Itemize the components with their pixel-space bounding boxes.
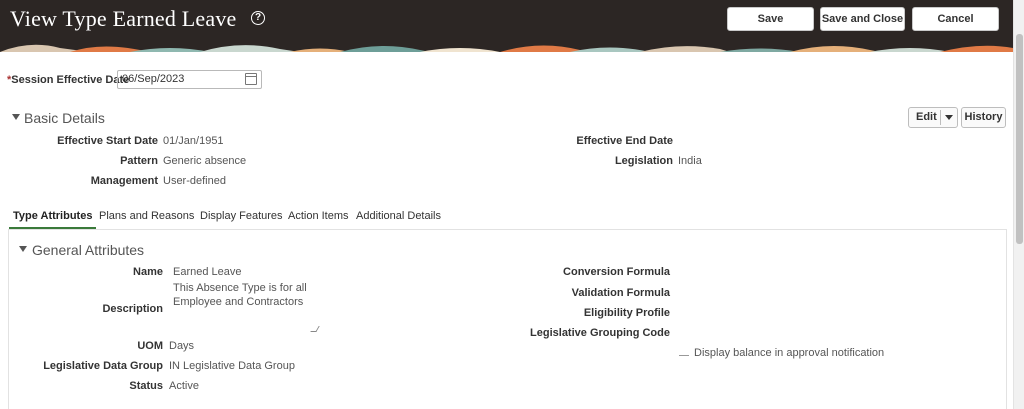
status-label: Status xyxy=(129,380,163,392)
cancel-button[interactable]: Cancel xyxy=(912,7,999,31)
pattern-label: Pattern xyxy=(120,155,158,167)
tab-action-items[interactable]: Action Items xyxy=(288,207,349,229)
effective-start-value: 01/Jan/1951 xyxy=(163,135,224,147)
description-value: This Absence Type is for all Employee an… xyxy=(173,282,307,308)
eligibility-profile-label: Eligibility Profile xyxy=(583,307,670,319)
effective-end-label: Effective End Date xyxy=(576,135,673,147)
edit-button[interactable]: Edit xyxy=(908,107,958,128)
session-date-label-text: Session Effective Date xyxy=(11,74,130,86)
calendar-icon[interactable] xyxy=(245,73,257,85)
general-attributes-header: General Attributes xyxy=(32,242,145,258)
legislation-value: India xyxy=(678,155,702,167)
display-balance-label: Display balance in approval notification xyxy=(694,347,885,359)
effective-start-label: Effective Start Date xyxy=(57,135,158,147)
conversion-formula-label: Conversion Formula xyxy=(563,266,670,278)
name-label: Name xyxy=(133,266,163,278)
header-decoration xyxy=(0,40,1013,52)
collapse-triangle-icon[interactable] xyxy=(12,114,20,120)
help-icon[interactable]: ? xyxy=(251,11,265,25)
scroll-thumb[interactable] xyxy=(1016,34,1023,244)
uom-label: UOM xyxy=(137,340,163,352)
tab-display-features[interactable]: Display Features xyxy=(200,207,283,229)
management-value: User-defined xyxy=(163,175,226,187)
legislative-data-group-label: Legislative Data Group xyxy=(43,360,163,372)
collapse-triangle-icon[interactable] xyxy=(19,246,27,252)
save-button[interactable]: Save xyxy=(727,7,814,31)
management-label: Management xyxy=(90,175,158,187)
pattern-value: Generic absence xyxy=(163,155,247,167)
validation-formula-label: Validation Formula xyxy=(571,287,670,299)
session-date-label: *Session Effective Date xyxy=(7,74,129,86)
description-label: Description xyxy=(102,303,163,315)
page-header: View Type Earned Leave ? Save Save and C… xyxy=(0,0,1013,52)
save-and-close-button[interactable]: Save and Close xyxy=(820,7,905,31)
uom-value: Days xyxy=(169,340,195,352)
legislative-grouping-code-label: Legislative Grouping Code xyxy=(530,327,670,339)
history-button[interactable]: History xyxy=(961,107,1006,128)
legislation-label: Legislation xyxy=(614,155,673,167)
chevron-down-icon[interactable] xyxy=(945,115,953,120)
basic-details-header: Basic Details xyxy=(24,110,105,126)
tab-type-attributes[interactable]: Type Attributes xyxy=(9,207,97,229)
name-value: Earned Leave xyxy=(173,266,242,278)
display-balance-checkbox[interactable] xyxy=(679,355,689,356)
dropdown-divider xyxy=(940,110,941,125)
session-date-input[interactable]: 06/Sep/2023 xyxy=(117,70,262,89)
page-title: View Type Earned Leave xyxy=(10,6,237,31)
vertical-scrollbar[interactable] xyxy=(1013,0,1024,409)
tab-additional-details[interactable]: Additional Details xyxy=(356,207,441,229)
edit-label: Edit xyxy=(916,111,937,123)
description-field[interactable]: This Absence Type is for all Employee an… xyxy=(173,281,325,336)
tab-plans-and-reasons[interactable]: Plans and Reasons xyxy=(99,207,194,229)
legislative-data-group-value: IN Legislative Data Group xyxy=(169,360,295,372)
status-value: Active xyxy=(169,380,199,392)
